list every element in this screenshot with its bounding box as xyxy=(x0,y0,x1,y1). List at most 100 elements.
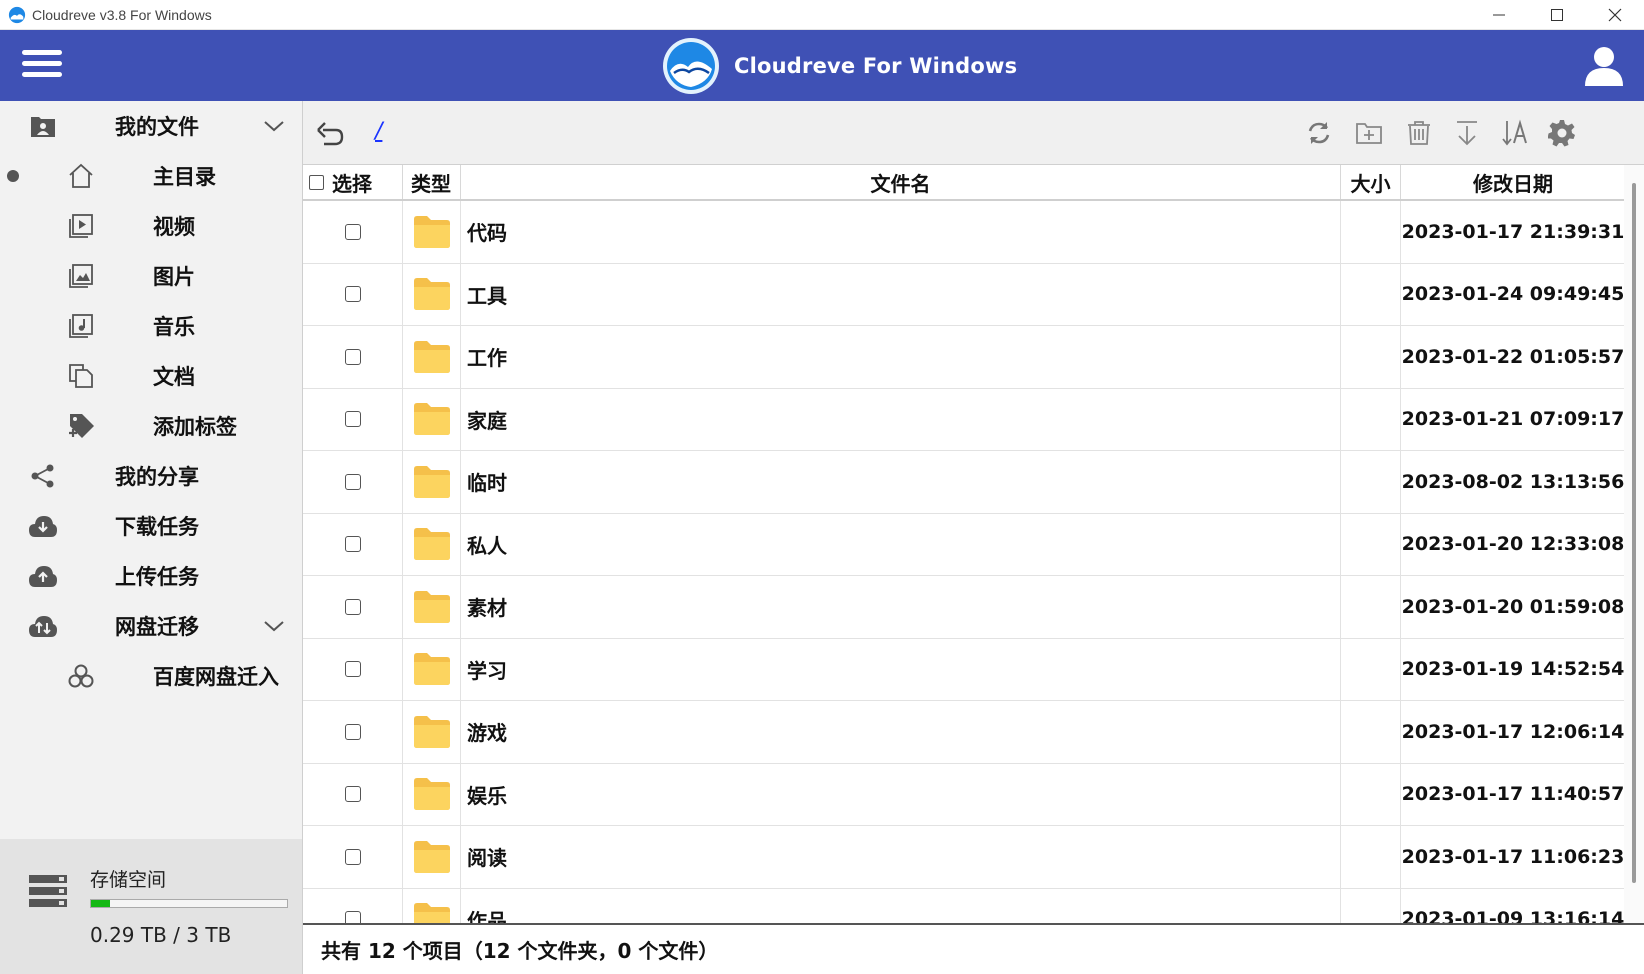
table-row[interactable]: 工作 2023-01-22 01:05:57 xyxy=(303,326,1625,389)
sidebar-item-my-shares[interactable]: 我的分享 xyxy=(0,451,302,501)
row-name[interactable]: 娱乐 xyxy=(461,763,1341,825)
row-type-cell xyxy=(403,513,461,575)
chevron-down-icon[interactable] xyxy=(262,114,286,138)
breadcrumb-path[interactable]: / xyxy=(375,119,382,144)
active-indicator xyxy=(7,170,19,182)
row-name[interactable]: 游戏 xyxy=(461,701,1341,763)
row-name[interactable]: 私人 xyxy=(461,513,1341,575)
sidebar-item-migration[interactable]: 网盘迁移 xyxy=(0,601,302,651)
user-folder-icon xyxy=(28,111,58,141)
sidebar-item-download-tasks[interactable]: 下载任务 xyxy=(0,501,302,551)
row-checkbox[interactable] xyxy=(344,286,361,303)
table-row[interactable]: 娱乐 2023-01-17 11:40:57 xyxy=(303,763,1625,826)
row-name[interactable]: 代码 xyxy=(461,201,1341,263)
table-row[interactable]: 阅读 2023-01-17 11:06:23 xyxy=(303,826,1625,889)
header-size[interactable]: 大小 xyxy=(1341,165,1401,199)
row-name[interactable]: 作品 xyxy=(461,888,1341,923)
row-modified: 2023-01-20 01:59:08 xyxy=(1401,595,1625,618)
storage-progress-fill xyxy=(91,900,110,907)
row-size xyxy=(1341,513,1401,575)
sidebar-item-label: 添加标签 xyxy=(153,415,237,439)
table-row[interactable]: 工具 2023-01-24 09:49:45 xyxy=(303,263,1625,326)
row-checkbox[interactable] xyxy=(344,786,361,803)
sidebar-item-label: 我的文件 xyxy=(115,115,199,139)
window-titlebar: Cloudreve v3.8 For Windows xyxy=(0,0,1644,30)
sidebar-item-my-files[interactable]: 我的文件 xyxy=(0,101,302,151)
row-modified: 2023-01-17 21:39:31 xyxy=(1401,220,1625,243)
close-icon xyxy=(1608,8,1622,22)
row-name[interactable]: 素材 xyxy=(461,576,1341,638)
hamburger-menu-button[interactable] xyxy=(22,50,62,82)
table-row[interactable]: 作品 2023-01-09 13:16:14 xyxy=(303,888,1625,923)
row-size xyxy=(1341,763,1401,825)
main-panel: / 选择 类型 文件名 大小 修改日期 代码 2023-01-17 21:39:… xyxy=(302,101,1644,974)
user-avatar-icon[interactable] xyxy=(1582,44,1626,88)
row-name[interactable]: 工具 xyxy=(461,263,1341,325)
vertical-scrollbar[interactable] xyxy=(1624,165,1644,923)
sidebar-item-add-tag[interactable]: 添加标签 xyxy=(0,401,302,451)
sidebar-item-video[interactable]: 视频 xyxy=(0,201,302,251)
row-checkbox[interactable] xyxy=(344,723,361,740)
select-all-checkbox[interactable] xyxy=(309,174,324,190)
back-icon[interactable] xyxy=(315,119,345,149)
row-checkbox[interactable] xyxy=(344,911,361,923)
row-checkbox[interactable] xyxy=(344,598,361,615)
row-checkbox[interactable] xyxy=(344,348,361,365)
maximize-button[interactable] xyxy=(1528,0,1586,30)
sidebar-item-baidu-import[interactable]: 百度网盘迁入 xyxy=(0,651,302,701)
settings-button[interactable] xyxy=(1546,117,1578,149)
row-modified: 2023-01-17 12:06:14 xyxy=(1401,720,1625,743)
row-checkbox[interactable] xyxy=(344,536,361,553)
row-modified: 2023-01-21 07:09:17 xyxy=(1401,408,1625,431)
row-checkbox[interactable] xyxy=(344,848,361,865)
table-row[interactable]: 临时 2023-08-02 13:13:56 xyxy=(303,451,1625,514)
sidebar-item-documents[interactable]: 文档 xyxy=(0,351,302,401)
delete-button[interactable] xyxy=(1403,117,1435,149)
scrollbar-thumb[interactable] xyxy=(1632,183,1636,883)
upload-cloud-icon xyxy=(28,561,58,591)
row-size xyxy=(1341,263,1401,325)
sidebar-item-home[interactable]: 主目录 xyxy=(0,151,302,201)
row-select-cell xyxy=(303,326,403,388)
header-type[interactable]: 类型 xyxy=(403,165,461,199)
close-button[interactable] xyxy=(1586,0,1644,30)
row-checkbox[interactable] xyxy=(344,411,361,428)
table-row[interactable]: 游戏 2023-01-17 12:06:14 xyxy=(303,701,1625,764)
sidebar-item-upload-tasks[interactable]: 上传任务 xyxy=(0,551,302,601)
download-button[interactable] xyxy=(1451,117,1483,149)
table-row[interactable]: 家庭 2023-01-21 07:09:17 xyxy=(303,388,1625,451)
sidebar-item-images[interactable]: 图片 xyxy=(0,251,302,301)
row-name[interactable]: 阅读 xyxy=(461,826,1341,888)
chevron-down-icon[interactable] xyxy=(262,614,286,638)
row-name[interactable]: 临时 xyxy=(461,451,1341,513)
row-modified: 2023-01-24 09:49:45 xyxy=(1401,283,1625,306)
video-icon xyxy=(66,211,96,241)
minimize-button[interactable] xyxy=(1470,0,1528,30)
folder-icon xyxy=(413,340,450,373)
folder-icon xyxy=(413,590,450,623)
refresh-icon xyxy=(1308,122,1330,144)
row-checkbox[interactable] xyxy=(344,661,361,678)
music-icon xyxy=(66,311,96,341)
sidebar-item-music[interactable]: 音乐 xyxy=(0,301,302,351)
folder-icon xyxy=(413,840,450,873)
row-checkbox[interactable] xyxy=(344,473,361,490)
row-name[interactable]: 学习 xyxy=(461,638,1341,700)
refresh-button[interactable] xyxy=(1303,117,1335,149)
row-size xyxy=(1341,326,1401,388)
row-name[interactable]: 家庭 xyxy=(461,388,1341,450)
table-row[interactable]: 代码 2023-01-17 21:39:31 xyxy=(303,201,1625,264)
table-row[interactable]: 素材 2023-01-20 01:59:08 xyxy=(303,576,1625,639)
sort-by-name-button[interactable] xyxy=(1499,117,1531,149)
header-select-label: 选择 xyxy=(332,171,372,196)
row-size xyxy=(1341,701,1401,763)
folder-icon xyxy=(413,403,450,436)
home-icon xyxy=(66,161,96,191)
row-checkbox[interactable] xyxy=(344,223,361,240)
header-name[interactable]: 文件名 xyxy=(461,165,1341,199)
new-folder-button[interactable] xyxy=(1353,117,1385,149)
row-name[interactable]: 工作 xyxy=(461,326,1341,388)
table-row[interactable]: 私人 2023-01-20 12:33:08 xyxy=(303,513,1625,576)
table-row[interactable]: 学习 2023-01-19 14:52:54 xyxy=(303,638,1625,701)
header-modified[interactable]: 修改日期 xyxy=(1401,165,1625,199)
